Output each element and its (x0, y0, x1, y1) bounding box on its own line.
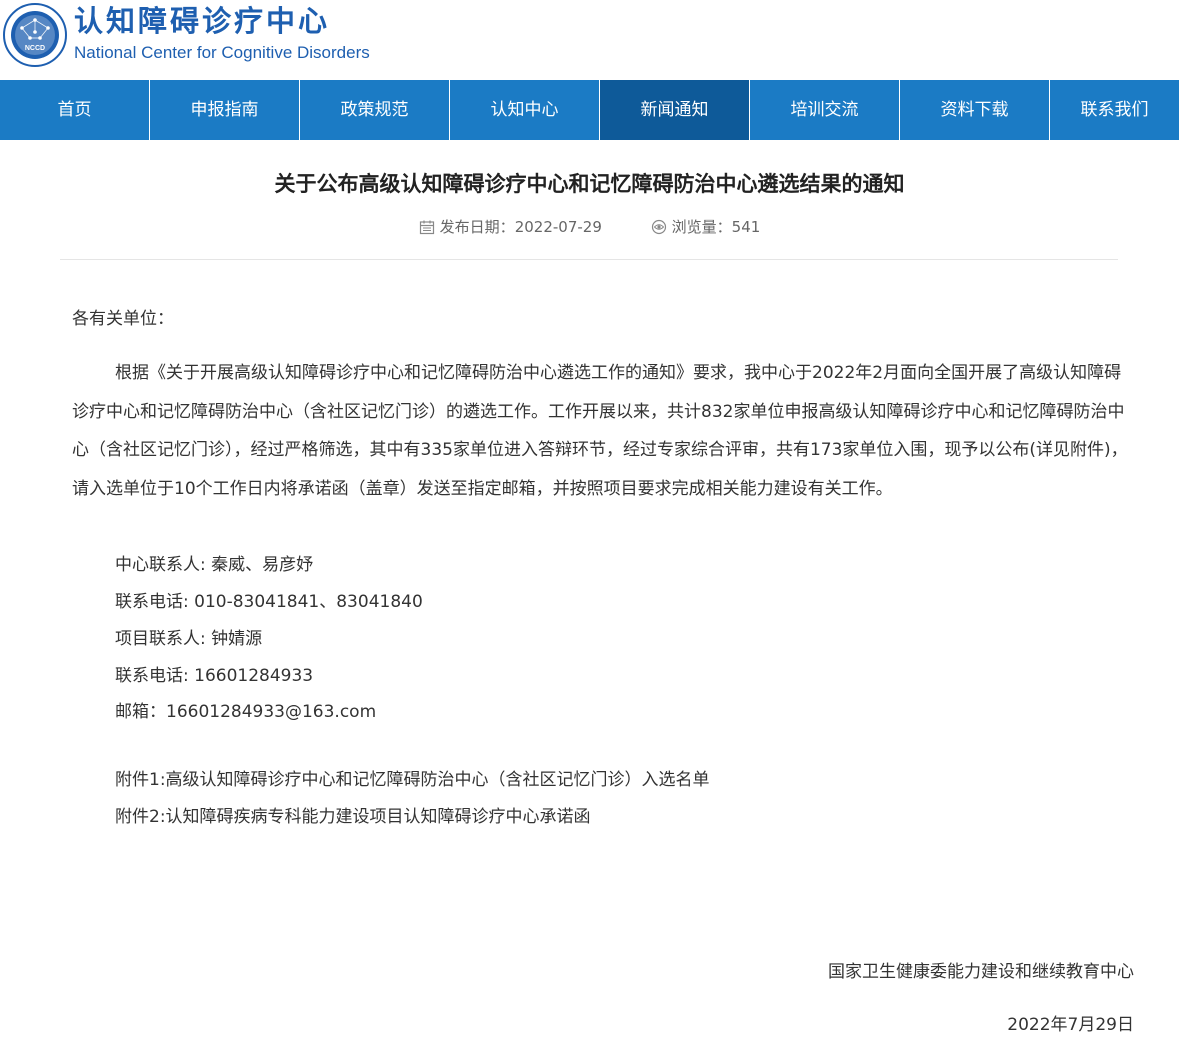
logo-emblem-text: NCCD (25, 45, 45, 52)
signature-org: 国家卫生健康委能力建设和继续教育中心 (828, 962, 1134, 982)
nav-item-home[interactable]: 首页 (0, 80, 150, 140)
contact-line: 联系电话: 010-83041841、83041840 (115, 592, 423, 612)
eye-icon (651, 219, 666, 234)
nav-item-policies[interactable]: 政策规范 (300, 80, 450, 140)
nav-item-cognitive-centers[interactable]: 认知中心 (450, 80, 600, 140)
publish-date-group: 发布日期： 2022-07-29 (419, 216, 602, 237)
site-name-en[interactable]: National Center for Cognitive Disorders (74, 41, 370, 65)
main-nav: 首页 申报指南 政策规范 认知中心 新闻通知 培训交流 资料下载 联系我们 (0, 80, 1179, 140)
title-divider (60, 259, 1118, 260)
nav-item-contact[interactable]: 联系我们 (1050, 80, 1179, 140)
contact-line: 中心联系人: 秦威、易彦妤 (115, 555, 314, 575)
site-name-cn[interactable]: 认知障碍诊疗中心 (74, 2, 330, 40)
contact-line: 项目联系人: 钟婧源 (115, 629, 263, 649)
signature-date: 2022年7月29日 (1007, 1015, 1134, 1035)
calendar-icon (419, 220, 434, 234)
article-title: 关于公布高级认知障碍诊疗中心和记忆障碍防治中心遴选结果的通知 (274, 172, 905, 196)
article-body-paragraph: 根据《关于开展高级认知障碍诊疗中心和记忆障碍防治中心遴选工作的通知》要求，我中心… (72, 363, 1128, 499)
view-count-group: 浏览量： 541 (651, 216, 761, 237)
salutation: 各有关单位： (72, 309, 174, 329)
publish-date-label: 发布日期： (439, 218, 515, 236)
contact-email: 邮箱：16601284933@163.com (115, 702, 377, 722)
nav-item-training[interactable]: 培训交流 (750, 80, 900, 140)
nav-item-application-guide[interactable]: 申报指南 (150, 80, 300, 140)
nav-item-news[interactable]: 新闻通知 (600, 80, 750, 140)
site-header: NCCD 认知障碍诊疗中心 National Center for Cognit… (0, 0, 1179, 80)
contact-line: 联系电话: 16601284933 (115, 666, 314, 686)
nav-item-downloads[interactable]: 资料下载 (900, 80, 1050, 140)
attachment-link[interactable]: 附件2:认知障碍疾病专科能力建设项目认知障碍诊疗中心承诺函 (115, 804, 591, 830)
article-meta: 发布日期： 2022-07-29 浏览量： 541 (0, 216, 1179, 239)
view-count-label: 浏览量： (671, 218, 732, 236)
attachment-link[interactable]: 附件1:高级认知障碍诊疗中心和记忆障碍防治中心（含社区记忆门诊）入选名单 (115, 767, 710, 793)
view-count-value: 541 (731, 217, 761, 236)
publish-date-value: 2022-07-29 (514, 217, 602, 236)
ncc-logo-emblem[interactable]: NCCD (2, 2, 68, 68)
